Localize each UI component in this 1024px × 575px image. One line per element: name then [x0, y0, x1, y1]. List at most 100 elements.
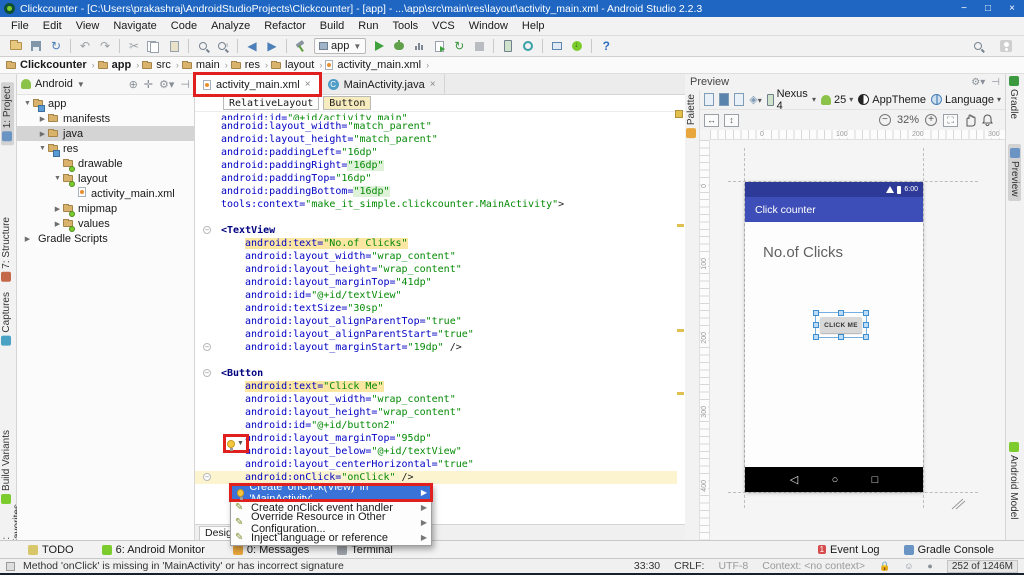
- zoom-out-icon[interactable]: −: [879, 114, 891, 126]
- code-line[interactable]: tools:context="make_it_simple.clickcount…: [195, 198, 677, 211]
- coverage-icon[interactable]: [409, 38, 429, 55]
- breadcrumb-item-activity_main.xml[interactable]: activity_main.xml: [325, 59, 421, 71]
- resize-handle[interactable]: [950, 498, 966, 510]
- code-line[interactable]: android:layout_width="wrap_content": [195, 393, 677, 406]
- back-nav-icon[interactable]: ◁: [790, 473, 798, 486]
- debug-icon[interactable]: [389, 38, 409, 55]
- breadcrumb-item-main[interactable]: main: [182, 59, 220, 71]
- warning-stripe-mark[interactable]: [677, 224, 684, 227]
- tree-collapse-arrow[interactable]: ▶: [37, 130, 48, 138]
- selection-handle[interactable]: [813, 322, 819, 328]
- popup-item[interactable]: Create 'onClick(View)' in 'MainActivity'…: [231, 485, 431, 500]
- gear-icon[interactable]: ⚙▾: [971, 77, 985, 88]
- project-view-selector[interactable]: Android: [35, 78, 73, 90]
- code-line[interactable]: android:layout_width="wrap_content": [195, 250, 677, 263]
- code-line[interactable]: android:layout_height="match_parent": [195, 133, 677, 146]
- tool-button-todo[interactable]: TODO: [28, 544, 74, 556]
- tab-activity_main-xml[interactable]: activity_main.xml×: [195, 74, 320, 95]
- match-width-icon[interactable]: ↔: [704, 114, 719, 127]
- fold-marker-icon[interactable]: −: [203, 369, 211, 377]
- selection-handle[interactable]: [838, 334, 844, 340]
- minimize-button[interactable]: −: [952, 3, 976, 14]
- tree-item-manifests[interactable]: ▶manifests: [17, 111, 194, 126]
- code-line[interactable]: android:layout_height="wrap_content": [195, 406, 677, 419]
- code-line[interactable]: android:layout_centerHorizontal="true": [195, 458, 677, 471]
- tree-item-gradle-scripts[interactable]: ▶Gradle Scripts: [17, 231, 194, 246]
- tree-item-res[interactable]: ▼res: [17, 141, 194, 156]
- help-icon[interactable]: ?: [596, 38, 616, 55]
- sdk-manager-icon[interactable]: [547, 38, 567, 55]
- tool-button-event-log[interactable]: 1Event Log: [818, 544, 880, 556]
- maximize-button[interactable]: □: [976, 3, 1000, 14]
- user-icon[interactable]: [996, 38, 1016, 55]
- collapse-all-icon[interactable]: ⊕: [129, 78, 138, 91]
- orientation-icon[interactable]: ◈▾: [749, 93, 761, 106]
- tool-button-gradle-console[interactable]: Gradle Console: [904, 544, 994, 556]
- element-crumb-button[interactable]: Button: [323, 96, 371, 110]
- tool-button-6-android-monitor[interactable]: 6: Android Monitor: [102, 544, 205, 556]
- tree-collapse-arrow[interactable]: ▶: [22, 235, 33, 243]
- build-hammer-icon[interactable]: [291, 38, 311, 55]
- forward-icon[interactable]: ▶: [262, 38, 282, 55]
- save-icon[interactable]: [26, 38, 46, 55]
- rerun-icon[interactable]: ↻: [449, 38, 469, 55]
- fold-marker-icon[interactable]: −: [203, 343, 211, 351]
- tree-expand-arrow[interactable]: ▼: [52, 175, 63, 182]
- find-icon[interactable]: [193, 38, 213, 55]
- code-line[interactable]: [195, 211, 677, 224]
- copy-icon[interactable]: [144, 38, 164, 55]
- tool-tab-preview[interactable]: Preview: [1008, 144, 1021, 201]
- tree-collapse-arrow[interactable]: ▶: [37, 115, 48, 123]
- sync-icon[interactable]: ↻: [46, 38, 66, 55]
- code-line[interactable]: android:layout_height="wrap_content": [195, 263, 677, 276]
- tree-item-activity_main-xml[interactable]: activity_main.xml: [17, 186, 194, 201]
- tool-tab-gradle[interactable]: Gradle: [1008, 76, 1019, 119]
- preview-button[interactable]: CLICK ME: [820, 317, 862, 333]
- menu-edit[interactable]: Edit: [36, 20, 69, 32]
- selection-handle[interactable]: [838, 310, 844, 316]
- code-line[interactable]: android:paddingBottom="16dp": [195, 185, 677, 198]
- code-line[interactable]: android:text="Click Me": [195, 380, 677, 393]
- code-line[interactable]: −<Button: [195, 367, 677, 380]
- paste-icon[interactable]: [164, 38, 184, 55]
- tool-tab-android-model[interactable]: Android Model: [1008, 442, 1019, 519]
- tool-tab-captures[interactable]: Captures: [1, 292, 12, 346]
- tree-expand-arrow[interactable]: ▼: [22, 100, 33, 107]
- attach-icon[interactable]: [429, 38, 449, 55]
- language-selector[interactable]: Language▾: [931, 94, 1001, 106]
- code-line[interactable]: android:layout_marginTop="41dp": [195, 276, 677, 289]
- popup-item[interactable]: ✎Override Resource in Other Configuratio…: [231, 515, 431, 530]
- breadcrumb-item-Clickcounter[interactable]: Clickcounter: [6, 59, 87, 71]
- menu-vcs[interactable]: VCS: [425, 20, 462, 32]
- search-icon[interactable]: [968, 38, 988, 55]
- warning-stripe-mark[interactable]: [677, 392, 684, 395]
- menu-code[interactable]: Code: [164, 20, 204, 32]
- breadcrumb-item-app[interactable]: app: [98, 59, 132, 71]
- tool-tab-build-variants[interactable]: Build Variants: [1, 430, 12, 504]
- code-area[interactable]: android:id="@+id/activity_main"android:l…: [195, 112, 677, 484]
- fold-marker-icon[interactable]: −: [203, 473, 211, 481]
- code-line[interactable]: android:layout_marginTop="95dp": [195, 432, 677, 445]
- tree-item-values[interactable]: ▶values: [17, 216, 194, 231]
- gradle-sync-icon[interactable]: [518, 38, 538, 55]
- back-icon[interactable]: ◀: [242, 38, 262, 55]
- menu-build[interactable]: Build: [313, 20, 351, 32]
- menu-tools[interactable]: Tools: [385, 20, 425, 32]
- device-selector[interactable]: Nexus 4▾: [767, 88, 816, 112]
- selection-handle[interactable]: [863, 334, 869, 340]
- zoom-in-icon[interactable]: +: [925, 114, 937, 126]
- tree-collapse-arrow[interactable]: ▶: [52, 205, 63, 213]
- stop-icon[interactable]: [469, 38, 489, 55]
- code-line[interactable]: android:layout_alignParentStart="true": [195, 328, 677, 341]
- replace-icon[interactable]: ᵃ: [213, 38, 233, 55]
- home-nav-icon[interactable]: ○: [832, 474, 839, 486]
- tab-mainactivity-java[interactable]: CMainActivity.java×: [320, 74, 445, 95]
- breadcrumb-item-layout[interactable]: layout: [271, 59, 314, 71]
- lightbulb-icon[interactable]: [227, 440, 235, 448]
- zoom-fit-icon[interactable]: ⛶: [943, 114, 958, 127]
- code-line[interactable]: android:id="@+id/textView": [195, 289, 677, 302]
- code-line[interactable]: android:layout_alignParentTop="true": [195, 315, 677, 328]
- menu-navigate[interactable]: Navigate: [106, 20, 163, 32]
- caret-position[interactable]: 33:30: [634, 560, 660, 572]
- tree-item-drawable[interactable]: drawable: [17, 156, 194, 171]
